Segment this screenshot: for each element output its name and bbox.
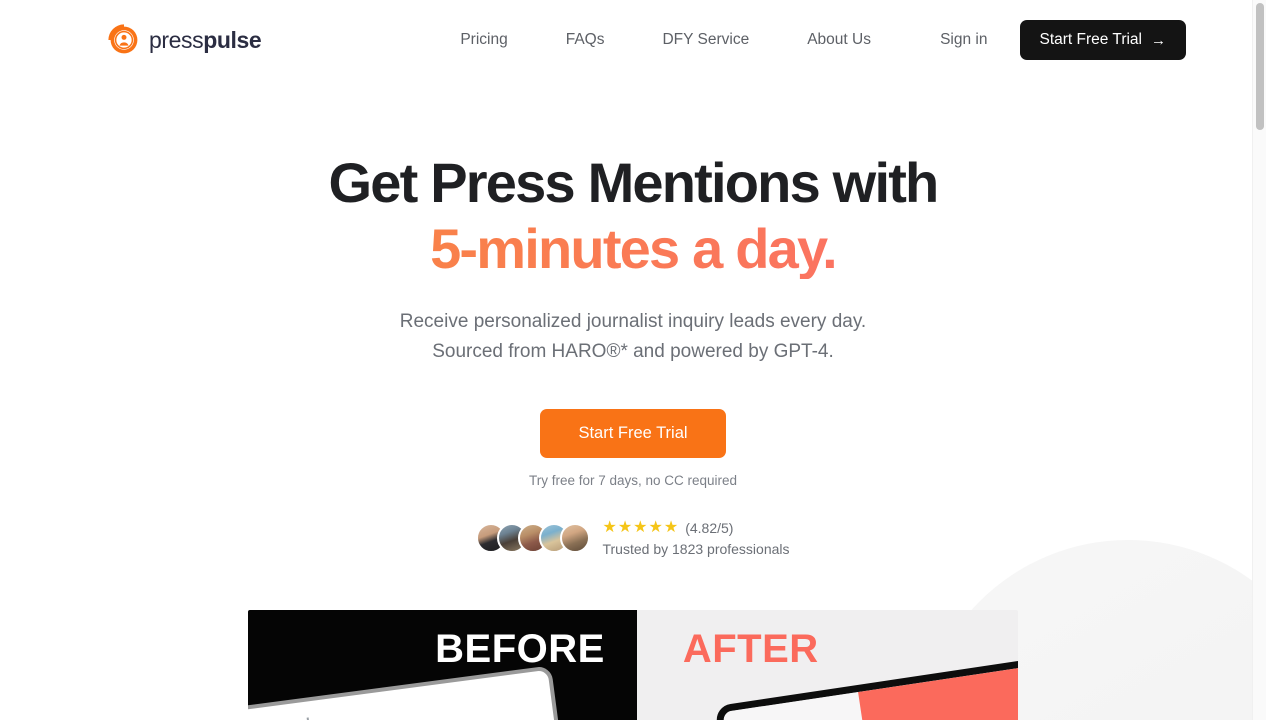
after-label: AFTER — [682, 626, 819, 671]
header-actions: Sign in Start Free Trial → — [940, 20, 1186, 60]
trusted-count-label: Trusted by 1823 professionals — [602, 540, 790, 557]
rating-value: (4.82/5) — [685, 519, 734, 536]
rating-row: ★★★★★ (4.82/5) — [602, 518, 789, 536]
nav-item-dfy-service[interactable]: DFY Service — [633, 23, 778, 57]
page-root: presspulse Pricing FAQs DFY Service Abou… — [0, 0, 1266, 720]
star-rating-icon: ★★★★★ — [602, 518, 680, 536]
nav-item-faqs[interactable]: FAQs — [537, 23, 634, 57]
social-proof: ★★★★★ (4.82/5) Trusted by 1823 professio… — [0, 518, 1266, 557]
primary-nav: Pricing FAQs DFY Service About Us — [431, 23, 900, 57]
nav-item-about-us[interactable]: About Us — [778, 23, 900, 57]
avatar — [560, 523, 591, 554]
site-header: presspulse Pricing FAQs DFY Service Abou… — [0, 0, 1266, 80]
hero-section: Get Press Mentions with 5-minutes a day.… — [0, 80, 1266, 557]
nav-item-pricing[interactable]: Pricing — [431, 23, 536, 57]
subtitle-line-1: Receive personalized journalist inquiry … — [399, 311, 867, 333]
mock-inbox-toolbar — [248, 687, 537, 720]
before-label: BEFORE — [435, 626, 605, 671]
page-scrollbar[interactable] — [1252, 0, 1266, 720]
brand-logo[interactable]: presspulse — [108, 24, 262, 56]
headline-line-2: 5-minutes a day. — [0, 217, 1266, 280]
header-cta-label: Start Free Trial — [1039, 31, 1143, 48]
scrollbar-thumb[interactable] — [1256, 3, 1264, 130]
hero-cta-note: Try free for 7 days, no CC required — [528, 472, 738, 488]
sign-in-link[interactable]: Sign in — [940, 31, 987, 49]
after-panel: AFTER — [636, 609, 1018, 720]
arrow-right-icon: → — [1151, 31, 1166, 49]
brand-name-light: press — [149, 26, 204, 53]
subtitle-line-2: Sourced from HARO®* and powered by GPT-4… — [432, 341, 834, 363]
avatar-group — [476, 523, 591, 554]
mock-inbox-screenshot: Primary — [248, 665, 579, 720]
page-title: Get Press Mentions with 5-minutes a day. — [0, 152, 1266, 279]
brand-name-bold: pulse — [203, 26, 262, 53]
presspulse-spiral-person-icon — [108, 24, 138, 54]
header-start-free-trial-button[interactable]: Start Free Trial → — [1019, 20, 1186, 60]
hero-subtitle: Receive personalized journalist inquiry … — [0, 307, 1266, 367]
before-after-image: BEFORE Primary — [248, 609, 1018, 720]
before-after-inner: BEFORE Primary — [248, 609, 1018, 720]
before-panel: BEFORE Primary — [248, 609, 637, 720]
brand-wordmark: presspulse — [149, 26, 262, 54]
rating-block: ★★★★★ (4.82/5) Trusted by 1823 professio… — [602, 518, 790, 557]
hero-start-free-trial-button[interactable]: Start Free Trial — [540, 409, 726, 458]
headline-line-1: Get Press Mentions with — [328, 151, 940, 214]
mock-app-content — [857, 663, 1018, 720]
hero-cta-group: Start Free Trial Try free for 7 days, no… — [0, 409, 1266, 488]
